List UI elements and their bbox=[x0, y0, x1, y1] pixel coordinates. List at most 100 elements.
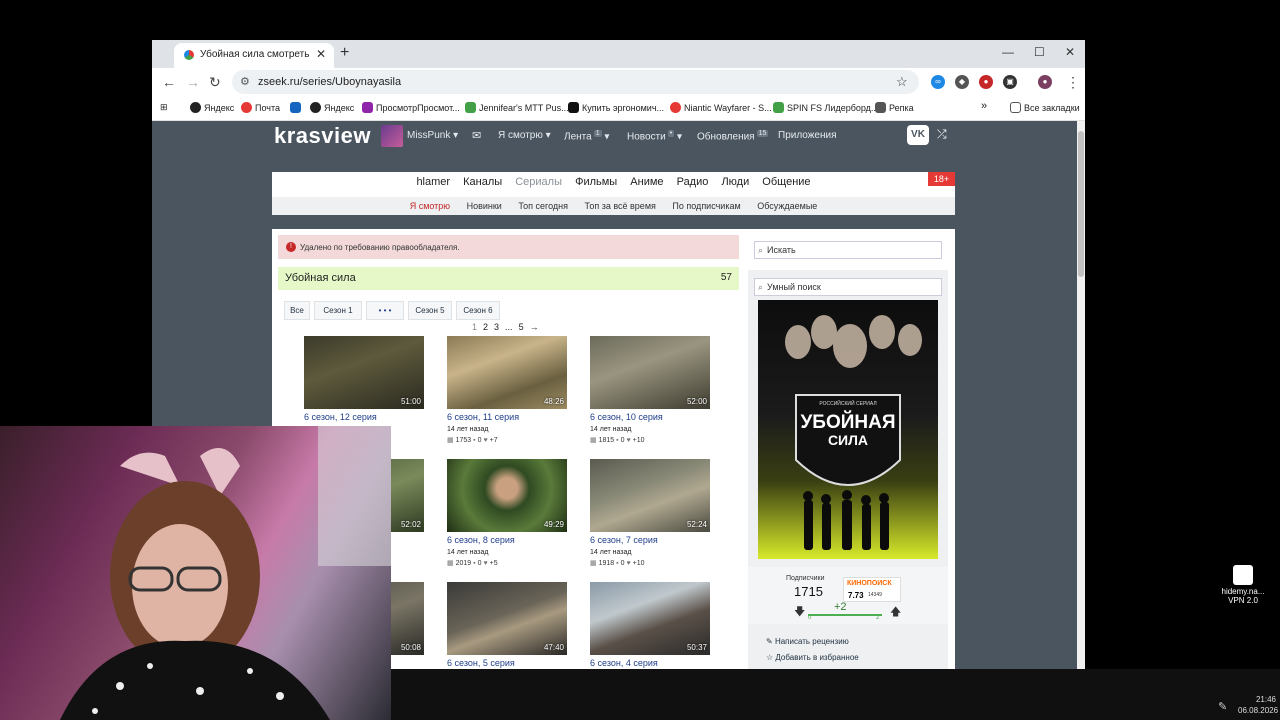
nav-news[interactable]: Новости • ▾ bbox=[627, 130, 682, 142]
nav-watching[interactable]: Я смотрю ▾ bbox=[498, 130, 551, 141]
add-favorite-link[interactable]: ☆ Добавить в избранное bbox=[766, 653, 859, 662]
episode-thumbnail[interactable]: 48:26 bbox=[447, 336, 567, 409]
shuffle-icon[interactable]: ⤮ bbox=[937, 127, 947, 142]
vk-icon[interactable]: VK bbox=[907, 125, 929, 145]
episode-thumbnail[interactable]: 51:00 bbox=[304, 336, 424, 409]
bookmark-item[interactable]: Niantic Wayfarer - S... bbox=[670, 102, 772, 113]
menu-icon[interactable]: ⋮ bbox=[1066, 74, 1080, 91]
extensions-puzzle-icon[interactable]: ▣ bbox=[1003, 75, 1017, 89]
series-poster[interactable]: РОССИЙСКИЙ СЕРИАЛ УБОЙНАЯ СИЛА bbox=[758, 300, 938, 559]
profile-avatar[interactable]: ● bbox=[1038, 75, 1052, 89]
bookmark-item[interactable]: SPIN FS Лидерборд... bbox=[773, 102, 878, 113]
kinopoisk-badge[interactable]: КИНОПОИСК 7.73 14349 bbox=[843, 577, 901, 602]
episode-thumbnail[interactable]: 49:29 bbox=[447, 459, 567, 532]
vote-up-icon[interactable]: 🡅 bbox=[890, 603, 901, 622]
write-review-link[interactable]: ✎ Написать рецензию bbox=[766, 637, 849, 646]
bookmark-item[interactable]: Репка bbox=[875, 102, 914, 113]
season-tab-6[interactable]: Сезон 6 bbox=[456, 301, 500, 320]
forward-icon[interactable]: → bbox=[186, 74, 200, 90]
bookmark-item[interactable]: Яндекс bbox=[310, 102, 354, 113]
category-hlamer[interactable]: hlamer bbox=[416, 176, 450, 188]
extension-icon[interactable]: ◆ bbox=[955, 75, 969, 89]
bookmark-item[interactable]: Купить эргономич... bbox=[568, 102, 664, 113]
bookmark-item[interactable]: Яндекс bbox=[190, 102, 234, 113]
system-clock[interactable]: 21:46 06.08.2026 bbox=[1238, 694, 1278, 716]
episode-thumbnail[interactable]: 47:40 bbox=[447, 582, 567, 655]
address-bar[interactable]: ⚙ zseek.ru/series/Uboynayasila ☆ bbox=[232, 70, 919, 94]
new-tab-button[interactable]: + bbox=[340, 44, 349, 62]
category-films[interactable]: Фильмы bbox=[575, 176, 617, 188]
bookmark-star-icon[interactable]: ☆ bbox=[896, 74, 908, 90]
episode-thumbnail[interactable]: 50:37 bbox=[590, 582, 710, 655]
bookmark-item[interactable]: Почта bbox=[241, 102, 280, 113]
close-tab-icon[interactable]: ✕ bbox=[316, 47, 326, 61]
page-scrollbar[interactable] bbox=[1077, 121, 1085, 669]
season-tab-1[interactable]: Сезон 1 bbox=[314, 301, 362, 320]
mail-icon[interactable]: ✉ bbox=[472, 129, 481, 142]
episode-title[interactable]: 6 сезон, 4 серия bbox=[590, 658, 658, 668]
sub-new[interactable]: Новинки bbox=[467, 201, 502, 211]
sub-top-today[interactable]: Топ сегодня bbox=[518, 201, 568, 211]
episode-title[interactable]: 6 сезон, 10 серия bbox=[590, 412, 663, 422]
page-1[interactable]: 1 bbox=[472, 322, 477, 332]
nav-label: Приложения bbox=[778, 130, 837, 141]
sub-by-subscribers[interactable]: По подписчикам bbox=[672, 201, 740, 211]
nav-updates[interactable]: Обновления 15 bbox=[697, 130, 769, 142]
more-bookmarks-button[interactable]: » bbox=[981, 100, 987, 112]
tab-active[interactable]: Убойная сила смотреть онлайн ✕ bbox=[174, 43, 334, 68]
bookmark-item[interactable]: ПросмотрПросмот... bbox=[362, 102, 460, 113]
episode-thumbnail[interactable]: 52:00 bbox=[590, 336, 710, 409]
category-chat[interactable]: Общение bbox=[762, 176, 810, 188]
site-logo[interactable]: krasview bbox=[274, 123, 371, 149]
folder-icon bbox=[1010, 102, 1021, 113]
sub-discussed[interactable]: Обсуждаемые bbox=[757, 201, 817, 211]
user-menu[interactable]: MissPunk ▾ bbox=[407, 130, 458, 141]
vote-down-icon[interactable]: 🡇 bbox=[794, 603, 805, 622]
search-input[interactable]: ⌕ Искать bbox=[754, 241, 942, 259]
minimize-icon[interactable]: — bbox=[1002, 45, 1014, 59]
page-3[interactable]: 3 bbox=[494, 322, 499, 332]
extension-icon[interactable]: ● bbox=[979, 75, 993, 89]
episode-title[interactable]: 6 сезон, 8 серия bbox=[447, 535, 515, 545]
search-icon: ⌕ bbox=[758, 245, 764, 255]
next-page-icon[interactable]: → bbox=[530, 322, 539, 332]
scrollbar-thumb[interactable] bbox=[1078, 131, 1084, 277]
smart-search-input[interactable]: ⌕ Умный поиск bbox=[754, 278, 942, 296]
bookmark-item[interactable]: Jennifear's MTT Pus... bbox=[465, 102, 569, 113]
season-tab-5[interactable]: Сезон 5 bbox=[408, 301, 452, 320]
reload-icon[interactable]: ↻ bbox=[209, 74, 221, 91]
removed-alert: ! Удалено по требованию правообладателя. bbox=[278, 235, 739, 259]
category-series[interactable]: Сериалы bbox=[515, 176, 562, 188]
apps-grid-icon[interactable]: ⊞ bbox=[160, 102, 168, 113]
season-tab-more[interactable]: • • • bbox=[366, 301, 404, 320]
sub-watching[interactable]: Я смотрю bbox=[410, 201, 450, 211]
episode-title[interactable]: 6 сезон, 11 серия bbox=[447, 412, 519, 422]
nav-apps[interactable]: Приложения bbox=[778, 130, 837, 141]
season-tab-all[interactable]: Все bbox=[284, 301, 310, 320]
category-bar: hlamer Каналы Сериалы Фильмы Аниме Радио… bbox=[272, 172, 955, 215]
page-5[interactable]: 5 bbox=[519, 322, 524, 332]
nav-feed[interactable]: Лента 1 ▾ bbox=[564, 130, 609, 142]
maximize-icon[interactable]: ☐ bbox=[1034, 45, 1045, 59]
user-avatar[interactable] bbox=[381, 125, 403, 147]
sub-top-all[interactable]: Топ за всё время bbox=[585, 201, 656, 211]
all-bookmarks-button[interactable]: Все закладки bbox=[1010, 102, 1080, 113]
page-2[interactable]: 2 bbox=[483, 322, 488, 332]
comments: 0 bbox=[620, 437, 625, 444]
category-anime[interactable]: Аниме bbox=[630, 176, 663, 188]
site-info-icon[interactable]: ⚙ bbox=[240, 75, 250, 88]
category-people[interactable]: Люди bbox=[721, 176, 749, 188]
back-icon[interactable]: ← bbox=[162, 74, 176, 90]
category-radio[interactable]: Радио bbox=[677, 176, 709, 188]
episode-title[interactable]: 6 сезон, 7 серия bbox=[590, 535, 658, 545]
pen-tray-icon[interactable]: ✎ bbox=[1218, 700, 1227, 713]
vpn-desktop-shortcut[interactable]: hidemy.na... VPN 2.0 bbox=[1215, 565, 1271, 605]
category-channels[interactable]: Каналы bbox=[463, 176, 502, 188]
extension-icon[interactable]: ∞ bbox=[931, 75, 945, 89]
episode-thumbnail[interactable]: 52:24 bbox=[590, 459, 710, 532]
episode-title[interactable]: 6 сезон, 12 серия bbox=[304, 412, 377, 422]
bookmark-icon bbox=[465, 102, 476, 113]
episode-title[interactable]: 6 сезон, 5 серия bbox=[447, 658, 515, 668]
bookmark-item[interactable] bbox=[290, 102, 304, 113]
close-window-icon[interactable]: ✕ bbox=[1065, 45, 1075, 59]
